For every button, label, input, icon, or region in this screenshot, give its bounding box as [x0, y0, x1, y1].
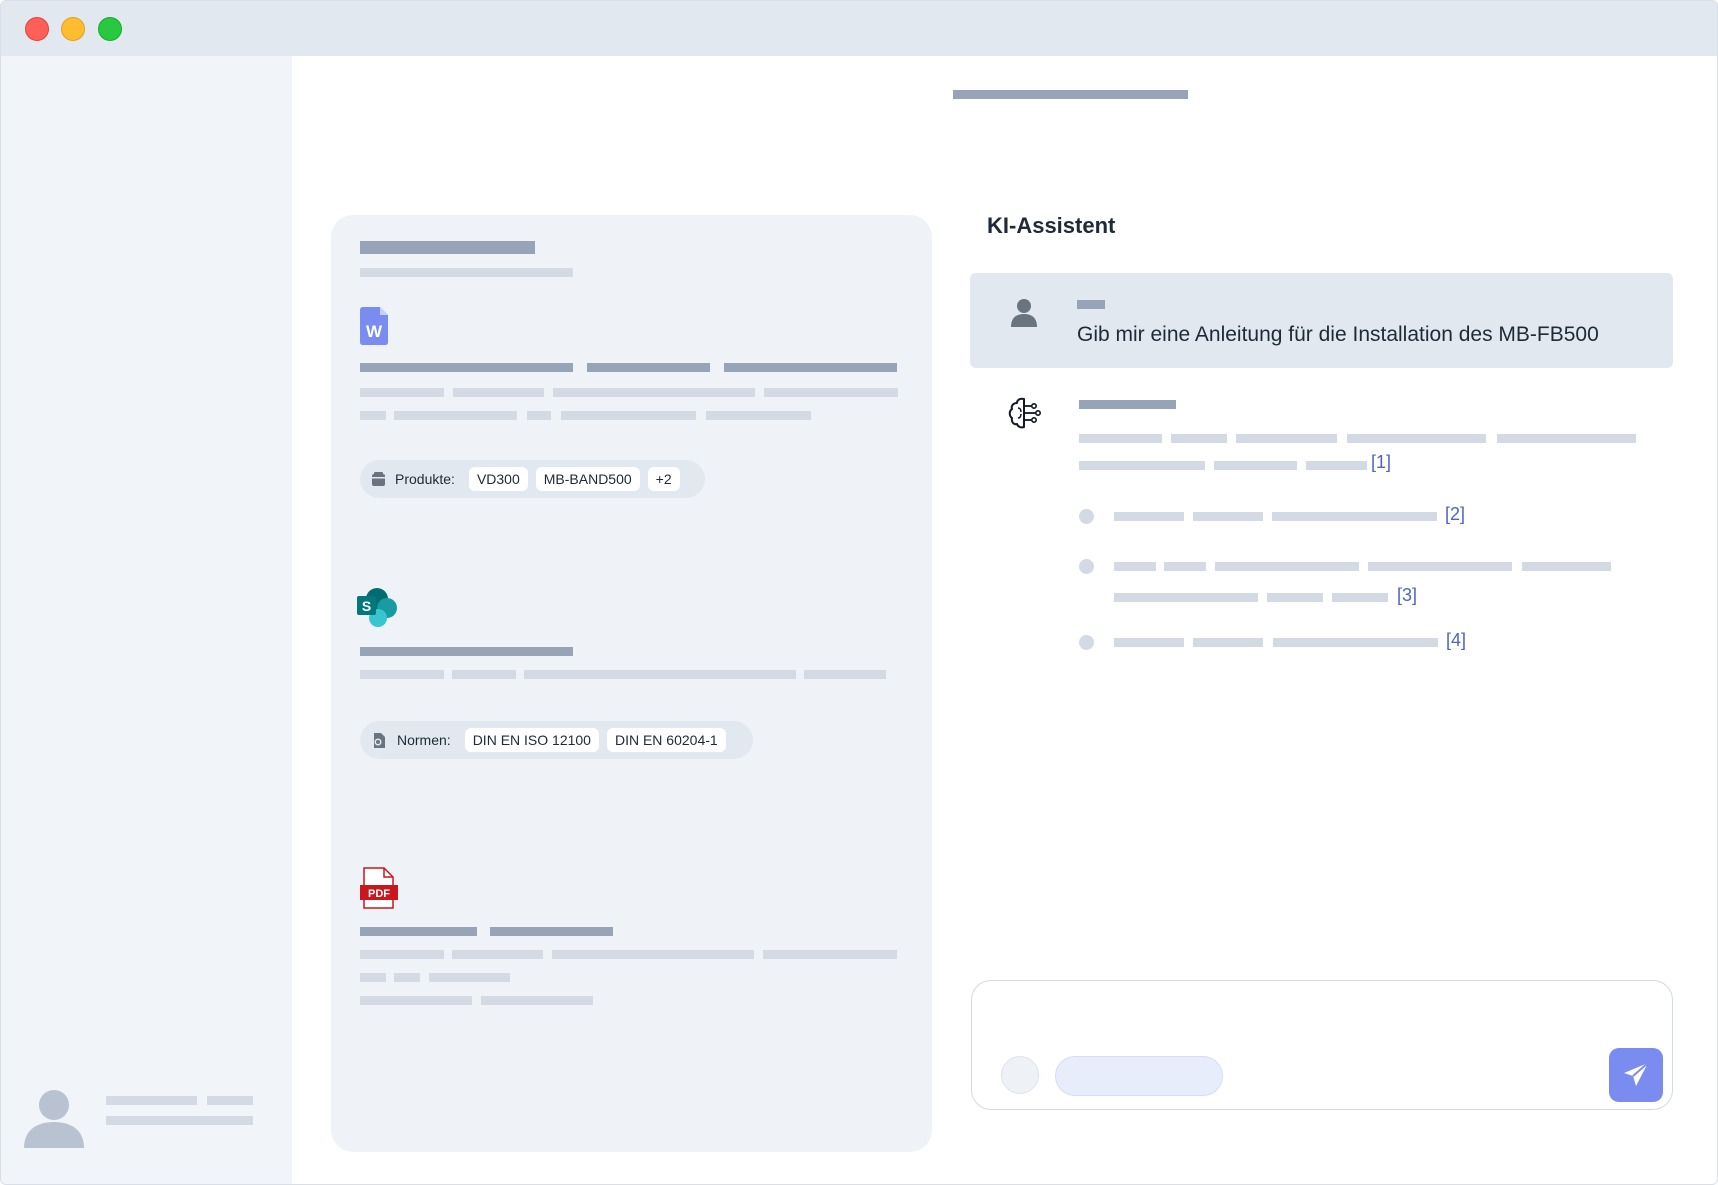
certificate-icon	[374, 732, 385, 748]
document-card-sharepoint[interactable]: S Normen: DIN EN ISO 12100 DIN EN 60204-…	[331, 587, 932, 787]
more-tags-badge[interactable]: +2	[647, 467, 680, 491]
product-tags: Produkte: VD300 MB-BAND500 +2	[360, 460, 705, 498]
citation-link[interactable]: [2]	[1445, 504, 1465, 525]
citation-link[interactable]: [4]	[1446, 630, 1466, 651]
window-titlebar	[1, 1, 1717, 56]
pdf-icon-label: PDF	[368, 888, 390, 900]
documents-panel: W Produkte: VD300 MB-BAND500 +2 S Normen…	[331, 215, 932, 1152]
maximize-window-button[interactable]	[98, 17, 122, 41]
document-card-pdf[interactable]: PDF	[331, 867, 932, 1027]
close-window-button[interactable]	[25, 17, 49, 41]
bullet-point	[1079, 635, 1094, 650]
ai-brain-icon	[1008, 397, 1041, 429]
panel-title-placeholder	[360, 241, 535, 254]
assistant-title: KI-Assistent	[987, 213, 1116, 238]
user-avatar-icon	[24, 1090, 84, 1148]
tag-group-label: Produkte:	[395, 471, 455, 487]
bullet-point	[1079, 559, 1094, 574]
tag-group-label: Normen:	[397, 732, 451, 748]
bullet-point	[1079, 509, 1094, 524]
option-pill[interactable]	[1055, 1056, 1223, 1096]
sidebar	[1, 56, 292, 1184]
user-profile[interactable]	[23, 1086, 263, 1151]
citation-link[interactable]: [1]	[1371, 452, 1391, 473]
box-icon	[372, 472, 385, 486]
svg-text:W: W	[366, 322, 383, 341]
user-message-text: Gib mir eine Anleitung für die Installat…	[1077, 323, 1599, 346]
citation-link[interactable]: [3]	[1397, 585, 1417, 606]
send-icon	[1624, 1062, 1649, 1086]
word-document-icon: W	[360, 307, 388, 345]
document-card-word[interactable]: W Produkte: VD300 MB-BAND500 +2	[331, 305, 932, 505]
minimize-window-button[interactable]	[61, 17, 85, 41]
user-message: Gib mir eine Anleitung für die Installat…	[970, 273, 1673, 368]
pdf-icon: PDF	[360, 867, 398, 909]
standard-tag[interactable]: DIN EN 60204-1	[606, 728, 726, 752]
send-button[interactable]	[1609, 1048, 1663, 1102]
product-tag[interactable]: VD300	[468, 467, 528, 491]
standards-tags: Normen: DIN EN ISO 12100 DIN EN 60204-1	[360, 721, 753, 759]
assistant-response: [1] [2] [3] [4]	[970, 386, 1673, 666]
page-title-placeholder	[953, 90, 1188, 99]
sharepoint-icon: S	[357, 588, 397, 627]
product-tag[interactable]: MB-BAND500	[535, 467, 640, 491]
message-input[interactable]	[971, 980, 1673, 1110]
app-window: W Produkte: VD300 MB-BAND500 +2 S Normen…	[0, 0, 1718, 1185]
svg-text:S: S	[362, 598, 371, 614]
standard-tag[interactable]: DIN EN ISO 12100	[464, 728, 599, 752]
attach-button[interactable]	[1001, 1056, 1039, 1094]
user-icon	[1011, 299, 1037, 327]
